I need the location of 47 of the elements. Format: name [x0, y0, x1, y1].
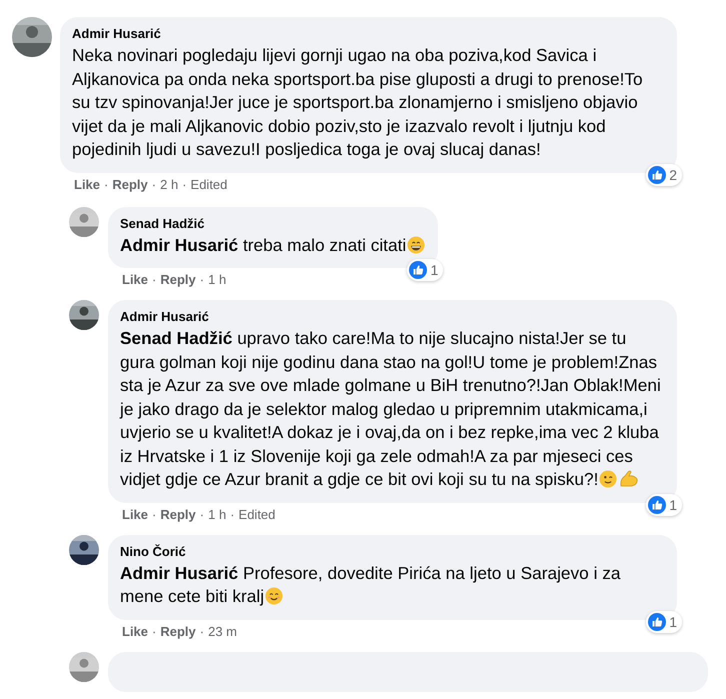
- separator-dot: ·: [200, 272, 204, 288]
- reaction-badge[interactable]: 1: [407, 259, 444, 281]
- separator-dot: ·: [182, 176, 187, 192]
- comment-text: Admir Husarić treba malo znati citati: [120, 234, 426, 257]
- timestamp: 23 m: [208, 624, 238, 640]
- author-name[interactable]: Senad Hadžić: [120, 214, 426, 232]
- mention-link[interactable]: Admir Husarić: [120, 562, 238, 582]
- separator-dot: ·: [200, 624, 204, 640]
- thumbs-up-icon: [409, 261, 428, 279]
- winking-emoji-icon: [599, 470, 618, 488]
- mention-link[interactable]: Senad Hadžić: [120, 328, 232, 348]
- reaction-badge[interactable]: 2: [646, 164, 682, 186]
- grinning-emoji-icon: [407, 236, 426, 254]
- mention-link[interactable]: Admir Husarić: [120, 234, 238, 254]
- flexed-arm-emoji-icon: [619, 470, 640, 488]
- separator-dot: ·: [104, 176, 108, 192]
- like-link[interactable]: Like: [122, 506, 148, 522]
- reply-link[interactable]: Reply: [160, 506, 196, 522]
- separator-dot: ·: [200, 506, 204, 522]
- separator-dot: ·: [152, 272, 156, 288]
- separator-dot: ·: [152, 624, 156, 640]
- separator-dot: ·: [152, 176, 156, 192]
- author-name[interactable]: Admir Husarić: [120, 308, 664, 325]
- author-name[interactable]: Nino Čorić: [120, 542, 664, 560]
- thumbs-up-icon: [648, 166, 666, 184]
- reaction-badge[interactable]: 1: [646, 610, 682, 632]
- timestamp: 1 h: [208, 506, 226, 522]
- smiling-emoji-icon: [265, 587, 284, 605]
- thumbs-up-icon: [648, 496, 666, 514]
- timestamp: 2 h: [160, 176, 178, 192]
- edited-label: Edited: [238, 506, 276, 522]
- reply-link[interactable]: Reply: [160, 272, 196, 288]
- timestamp: 1 h: [208, 272, 226, 288]
- edited-label: Edited: [190, 176, 228, 192]
- reply-link[interactable]: Reply: [112, 176, 148, 192]
- like-link[interactable]: Like: [122, 624, 148, 640]
- comment-text: Senad Hadžić upravo tako care!Ma to nije slucajno nista!Jer se tu gura golman koji nije godinu dana stao na gol!U tome je problem!Znas sta je Azur za sve ove mlade golmane u BiH trenutno?!Jan Oblak!Meni je jako drago da je selektor malog gledao u pripremnim utakmicama,i uvjerio se u kvalitet!A dokaz je i ovaj,da on i bez repke,ima vec 2 kluba iz Hrvatske i 1 iz Slovenije koji ga zele odmah!A za par mjeseci ces vidjet gdje ce Azur branit a gdje ce bit ovi koji su tu na spisku?!: [120, 327, 662, 491]
- separator-dot: ·: [152, 506, 156, 522]
- comment-text: Neka novinari pogledaju lijevi gornji ugao na oba poziva,kod Savica i Aljkanovica pa onda neka sportsport.ba pise gluposti a drugi to prenose!To su tzv spinovanja!Jer juce je sportsport.ba zlonamjerno i smisljeno objavio vijet da je mali Aljkanovic dobio poziv,sto je izazvalo revolt i ljutnju kod pojedinih ljudi u savezu!I posljedica toga je ovaj slucaj danas!: [72, 44, 644, 161]
- author-name[interactable]: Admir Husarić: [72, 25, 664, 42]
- reaction-badge[interactable]: 1: [646, 494, 682, 516]
- like-link[interactable]: Like: [122, 272, 148, 288]
- thumbs-up-icon: [648, 612, 666, 630]
- separator-dot: ·: [230, 506, 235, 522]
- comment-text: Admir Husarić Profesore, dovedite Pirića na ljeto u Sarajevo i za mene cete biti kralj: [120, 562, 622, 608]
- like-link[interactable]: Like: [74, 176, 100, 192]
- reply-link[interactable]: Reply: [160, 624, 196, 640]
